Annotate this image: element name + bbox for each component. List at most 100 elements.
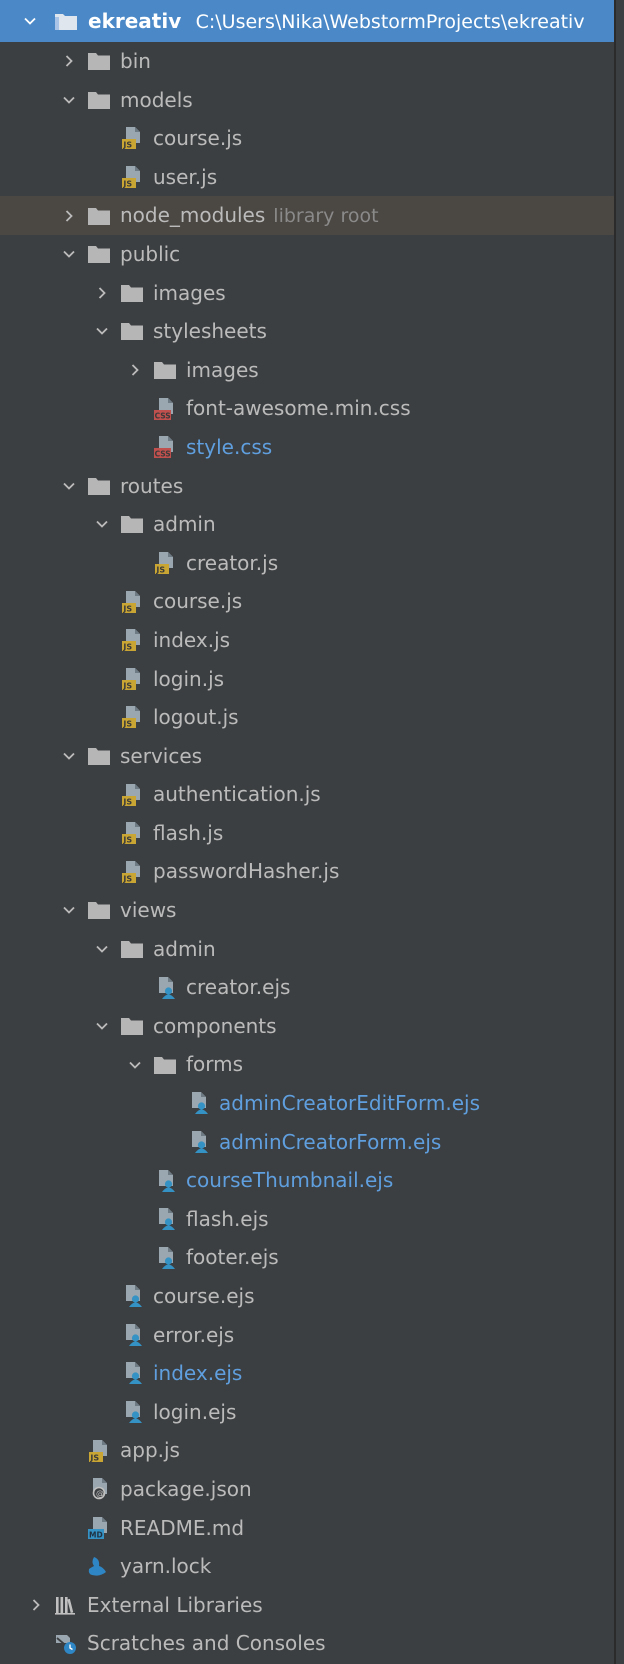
svg-text:JS: JS [122,874,132,883]
tree-item-index-ejs[interactable]: index.ejs [0,1354,614,1393]
folder-icon [120,512,144,536]
ejs-file-icon [186,1091,210,1115]
tree-item-models[interactable]: models [0,81,614,120]
chevron-down-icon[interactable] [96,325,108,337]
chevron-right-icon[interactable] [129,364,141,376]
tree-item-coursethumbnail-ejs[interactable]: courseThumbnail.ejs [0,1161,614,1200]
tree-item-yarn-lock[interactable]: yarn.lock [0,1547,614,1586]
tree-item-course-js[interactable]: JS course.js [0,119,614,158]
folder-icon [120,1014,144,1038]
svg-text:JS: JS [122,681,132,690]
svg-text:@: @ [96,1489,104,1498]
tree-item-images[interactable]: images [0,351,614,390]
chevron-down-icon[interactable] [63,248,75,260]
tree-item-forms[interactable]: forms [0,1045,614,1084]
chevron-right-icon[interactable] [30,1599,42,1611]
svg-text:JS: JS [122,797,132,806]
md-file-icon: MD [87,1516,111,1540]
folder-icon [87,744,111,768]
project-path: C:\Users\Nika\WebstormProjects\ekreativ [195,11,585,33]
tree-item-creator-ejs[interactable]: creator.ejs [0,968,614,1007]
tree-item-passwordhasher-js[interactable]: JS passwordHasher.js [0,852,614,891]
tree-item-components[interactable]: components [0,1007,614,1046]
folder-icon [87,204,111,228]
tree-item-admincreatoreditform-ejs[interactable]: adminCreatorEditForm.ejs [0,1084,614,1123]
project-tree: ekreativ C:\Users\Nika\WebstormProjects\… [0,0,614,1663]
tree-item-stylesheets[interactable]: stylesheets [0,312,614,351]
tree-item-course-js[interactable]: JS course.js [0,582,614,621]
chevron-down-icon[interactable] [96,518,108,530]
tree-item-course-ejs[interactable]: course.ejs [0,1277,614,1316]
item-label: images [186,357,259,382]
item-label: services [120,743,203,768]
chevron-down-icon[interactable] [129,1059,141,1071]
tree-item-login-js[interactable]: JS login.js [0,660,614,699]
tree-item-readme-md[interactable]: MD README.md [0,1509,614,1548]
item-label: adminCreatorEditForm.ejs [219,1091,481,1116]
tree-item-node-modules[interactable]: node_modules library root [0,196,614,235]
svg-text:JS: JS [122,180,132,189]
tree-item-images[interactable]: images [0,274,614,313]
tree-item-package-json[interactable]: @ package.json [0,1470,614,1509]
js-file-icon: JS [120,705,144,729]
chevron-down-icon[interactable] [96,1020,108,1032]
tree-item-admin[interactable]: admin [0,505,614,544]
js-file-icon: JS [87,1439,111,1463]
tree-item-authentication-js[interactable]: JS authentication.js [0,775,614,814]
tree-item-error-ejs[interactable]: error.ejs [0,1316,614,1355]
library-icon [54,1593,78,1617]
js-file-icon: JS [120,860,144,884]
item-label: External Libraries [87,1592,263,1617]
tree-item-index-js[interactable]: JS index.js [0,621,614,660]
tree-item-footer-ejs[interactable]: footer.ejs [0,1238,614,1277]
item-label: images [153,280,226,305]
tree-item-user-js[interactable]: JS user.js [0,158,614,197]
item-label: login.ejs [153,1399,237,1424]
chevron-down-icon[interactable] [24,15,36,27]
chevron-right-icon[interactable] [96,287,108,299]
js-file-icon: JS [120,667,144,691]
js-file-icon: JS [120,821,144,845]
tree-item-routes[interactable]: routes [0,467,614,506]
tree-item-bin[interactable]: bin [0,42,614,81]
item-label: courseThumbnail.ejs [186,1168,394,1193]
item-label: adminCreatorForm.ejs [219,1129,442,1154]
footer-item-external-libraries[interactable]: External Libraries [0,1586,614,1625]
project-tool-window: ekreativ C:\Users\Nika\WebstormProjects\… [0,0,616,1664]
tree-item-login-ejs[interactable]: login.ejs [0,1393,614,1432]
folder-icon [87,88,111,112]
tree-item-flash-js[interactable]: JS flash.js [0,814,614,853]
tree-item-admin[interactable]: admin [0,930,614,969]
svg-text:JS: JS [122,720,132,729]
js-file-icon: JS [153,551,177,575]
tree-item-style-css[interactable]: CSS style.css [0,428,614,467]
tree-item-logout-js[interactable]: JS logout.js [0,698,614,737]
item-label: models [120,87,193,112]
chevron-right-icon[interactable] [63,55,75,67]
item-label: index.ejs [153,1361,243,1386]
chevron-down-icon[interactable] [63,750,75,762]
tree-item-font-awesome-min-css[interactable]: CSS font-awesome.min.css [0,389,614,428]
tree-item-views[interactable]: views [0,891,614,930]
tree-item-services[interactable]: services [0,737,614,776]
chevron-right-icon[interactable] [63,210,75,222]
chevron-down-icon[interactable] [63,904,75,916]
item-label: Scratches and Consoles [87,1631,326,1656]
tree-item-public[interactable]: public [0,235,614,274]
project-folder-icon [54,9,78,33]
tree-item-app-js[interactable]: JS app.js [0,1431,614,1470]
css-file-icon: CSS [153,397,177,421]
project-root-row[interactable]: ekreativ C:\Users\Nika\WebstormProjects\… [0,0,614,42]
css-file-icon: CSS [153,435,177,459]
js-file-icon: JS [120,783,144,807]
chevron-down-icon[interactable] [63,94,75,106]
footer-item-scratches-and-consoles[interactable]: Scratches and Consoles [0,1624,614,1663]
chevron-down-icon[interactable] [96,943,108,955]
tree-item-creator-js[interactable]: JS creator.js [0,544,614,583]
tree-item-admincreatorform-ejs[interactable]: adminCreatorForm.ejs [0,1123,614,1162]
tree-item-flash-ejs[interactable]: flash.ejs [0,1200,614,1239]
item-label: package.json [120,1476,252,1501]
chevron-down-icon[interactable] [63,480,75,492]
item-label: error.ejs [153,1322,235,1347]
item-label: routes [120,473,184,498]
